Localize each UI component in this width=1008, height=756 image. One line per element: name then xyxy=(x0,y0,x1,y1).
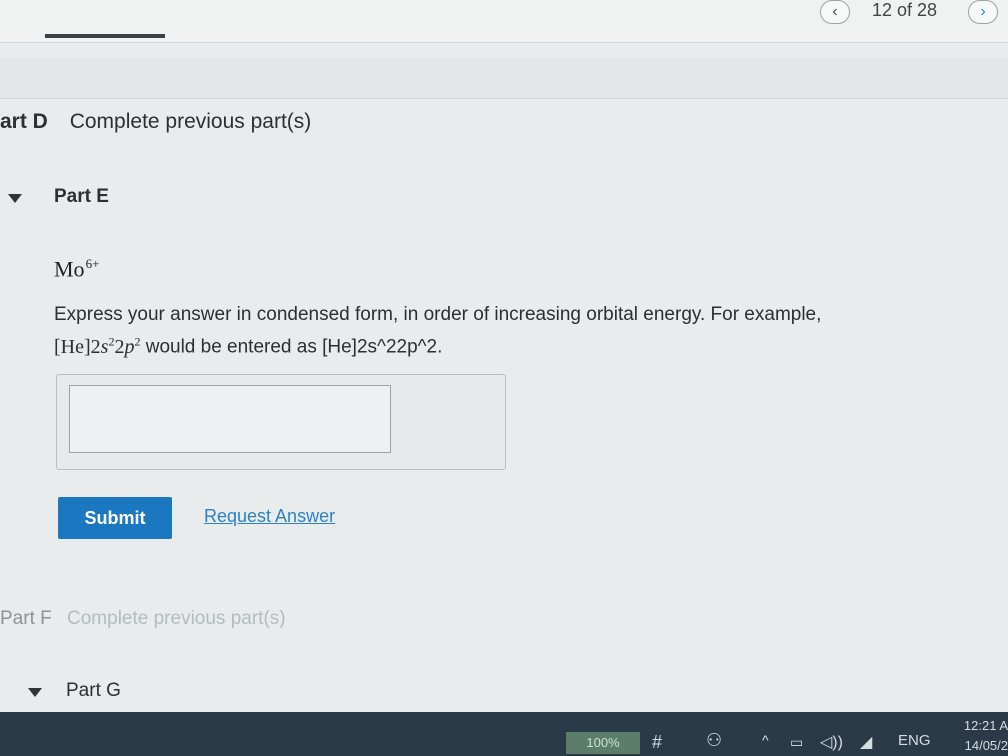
part-d-header[interactable]: art D Complete previous part(s) xyxy=(0,110,311,134)
chevron-up-icon[interactable]: ^ xyxy=(762,732,769,748)
example-2: 2 xyxy=(114,335,125,358)
part-f-status: Complete previous part(s) xyxy=(67,608,286,629)
language-indicator[interactable]: ENG xyxy=(898,732,931,749)
example-p: p xyxy=(124,335,135,358)
people-icon[interactable]: ⚇ xyxy=(706,730,722,751)
part-f-label: Part F xyxy=(0,608,52,629)
example-configuration: [He]2s22p2 xyxy=(54,334,140,358)
top-navigation-bar: ‹ 12 of 28 › xyxy=(0,0,1008,43)
header-band xyxy=(0,58,1008,99)
clock-time: 12:21 A xyxy=(963,718,1008,733)
ion-charge: 6+ xyxy=(85,256,100,271)
battery-indicator[interactable]: 100% xyxy=(566,732,640,754)
os-taskbar: 100% # ⚇ ^ ▭ ◁)) ◢ ENG 12:21 A 14/05/2 xyxy=(0,712,1008,756)
ion-symbol: Mo xyxy=(54,256,85,282)
part-d-status: Complete previous part(s) xyxy=(69,110,312,133)
chevron-right-icon: › xyxy=(980,3,986,20)
answer-input[interactable] xyxy=(69,385,391,453)
ion-formula: Mo6+ xyxy=(54,256,99,282)
instructions: Express your answer in condensed form, i… xyxy=(54,302,974,361)
volume-icon[interactable]: ◁)) xyxy=(820,732,843,752)
part-e-label[interactable]: Part E xyxy=(54,186,109,208)
active-tab-indicator xyxy=(45,34,165,38)
keyboard-icon[interactable]: ▭ xyxy=(790,734,803,751)
clock-date: 14/05/2 xyxy=(964,738,1008,753)
collapse-caret-icon[interactable] xyxy=(8,194,22,203)
instructions-line1: Express your answer in condensed form, i… xyxy=(54,304,822,325)
hash-icon[interactable]: # xyxy=(652,732,662,753)
item-pager: 12 of 28 xyxy=(872,0,938,20)
request-answer-link[interactable]: Request Answer xyxy=(204,506,335,527)
part-d-label: art D xyxy=(0,110,48,133)
part-f-header[interactable]: Part F Complete previous part(s) xyxy=(0,608,286,630)
expand-caret-icon[interactable] xyxy=(28,688,42,697)
answer-panel xyxy=(56,374,506,470)
example-core: [He]2 xyxy=(54,335,101,358)
submit-button[interactable]: Submit xyxy=(58,497,172,539)
wifi-icon[interactable]: ◢ xyxy=(860,732,872,752)
next-item-button[interactable]: › xyxy=(968,0,998,24)
chevron-left-icon: ‹ xyxy=(832,3,838,20)
part-g-label[interactable]: Part G xyxy=(66,680,121,702)
instructions-line2: would be entered as [He]2s^22p^2. xyxy=(140,336,443,358)
previous-item-button[interactable]: ‹ xyxy=(820,0,850,24)
system-clock[interactable]: 12:21 A 14/05/2 xyxy=(954,716,1008,756)
